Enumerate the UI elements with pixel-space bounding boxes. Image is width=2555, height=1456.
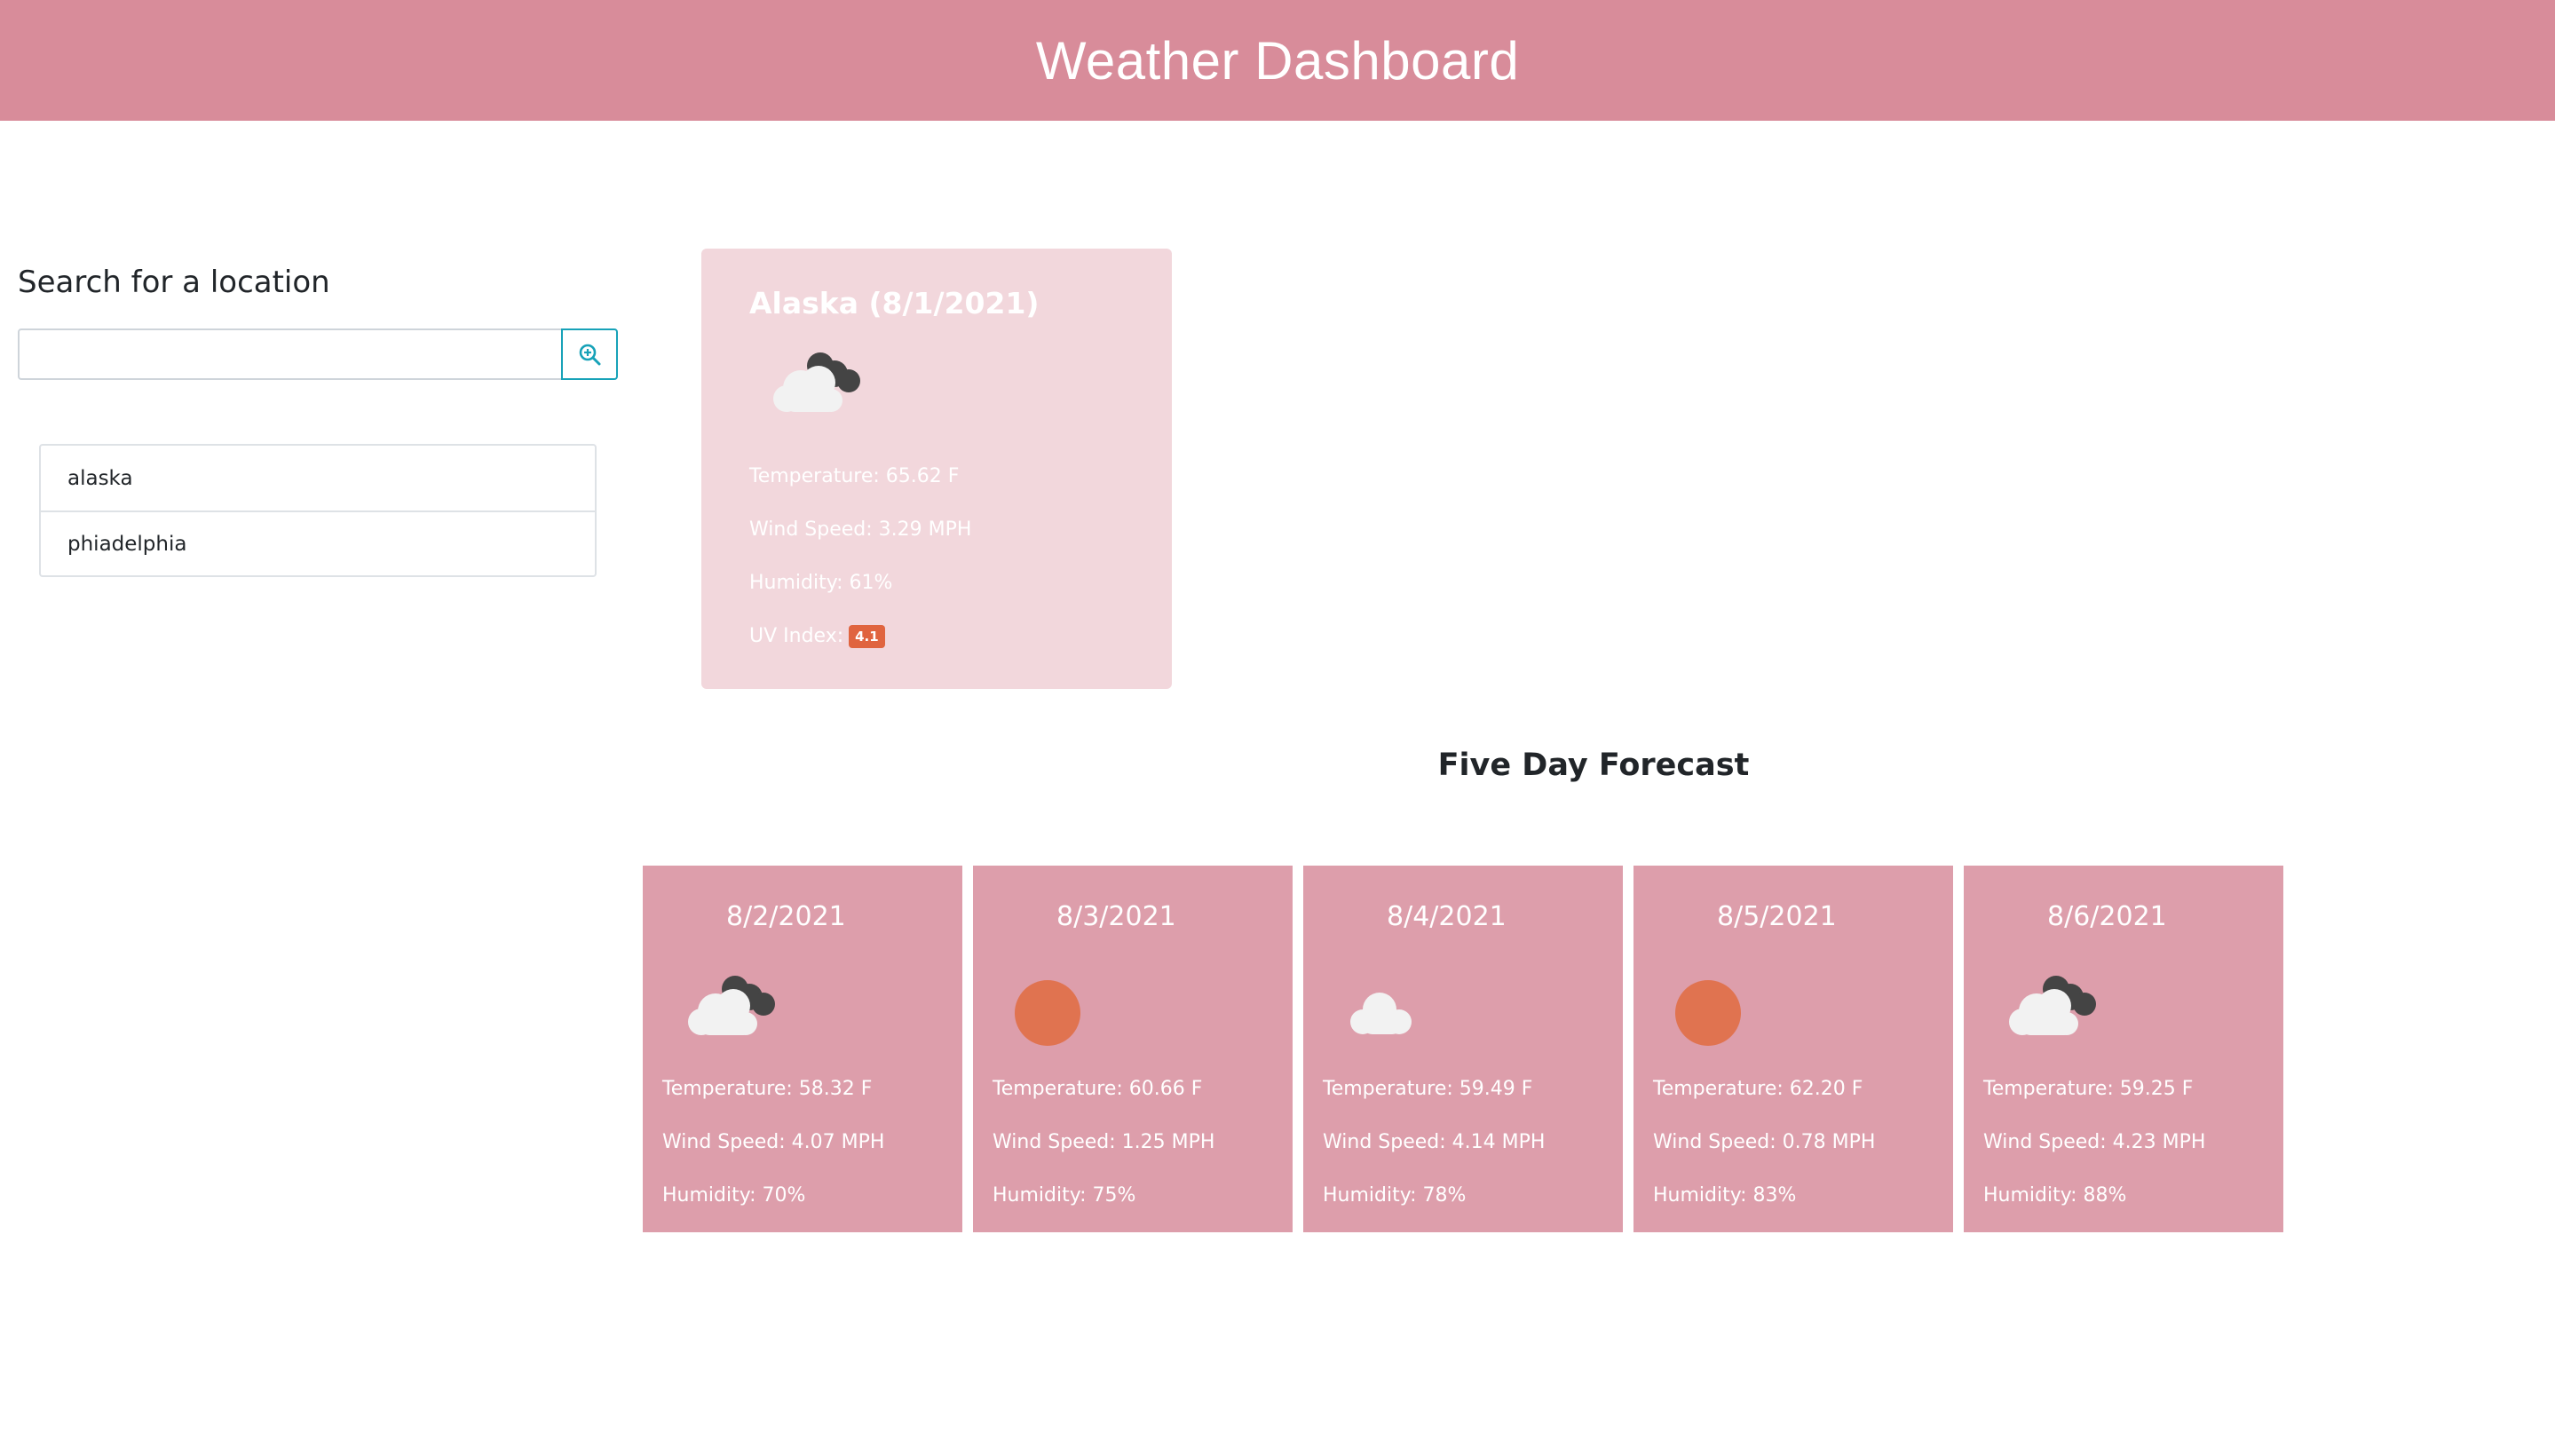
forecast-temperature: Temperature: 60.66 F <box>993 1078 1203 1100</box>
cloudy-icon <box>680 960 943 1063</box>
current-city-title: Alaska (8/1/2021) <box>749 286 1040 320</box>
forecast-humidity: Humidity: 83% <box>1653 1184 1797 1207</box>
search-button[interactable] <box>561 328 618 380</box>
forecast-wind-speed: Wind Speed: 1.25 MPH <box>993 1131 1215 1153</box>
forecast-card: 8/5/2021 Temperature: 62.20 F Wind Speed… <box>1633 866 1953 1232</box>
cloud-icon <box>1341 960 1603 1063</box>
cloudy-icon <box>2001 960 2264 1063</box>
current-uv-index: UV Index: 4.1 <box>749 610 1124 663</box>
search-zoom-icon <box>578 343 601 366</box>
forecast-card: 8/3/2021 Temperature: 60.66 F Wind Speed… <box>973 866 1293 1232</box>
forecast-date: 8/6/2021 <box>2047 901 2167 932</box>
forecast-card: 8/2/2021 Temperature: 58.32 F Wind Speed… <box>643 866 962 1232</box>
forecast-date: 8/5/2021 <box>1717 901 1837 932</box>
current-humidity: Humidity: 61% <box>749 572 893 594</box>
forecast-card: 8/4/2021 Temperature: 59.49 F Wind Speed… <box>1303 866 1623 1232</box>
app-header: Weather Dashboard <box>0 0 2555 121</box>
forecast-wind-speed: Wind Speed: 0.78 MPH <box>1653 1131 1876 1153</box>
uv-index-badge: 4.1 <box>849 625 885 648</box>
forecast-temperature: Temperature: 58.32 F <box>662 1078 873 1100</box>
forecast-row: 8/2/2021 Temperature: 58.32 F Wind Speed… <box>643 866 2283 1232</box>
forecast-date: 8/2/2021 <box>726 901 846 932</box>
current-weather-card: Alaska (8/1/2021) Temperature: 65.62 F W… <box>701 249 1172 689</box>
forecast-humidity: Humidity: 78% <box>1323 1184 1467 1207</box>
forecast-humidity: Humidity: 88% <box>1983 1184 2127 1207</box>
forecast-card: 8/6/2021 Temperature: 59.25 F Wind Speed… <box>1964 866 2283 1232</box>
history-item[interactable]: phiadelphia <box>41 510 595 575</box>
forecast-date: 8/4/2021 <box>1387 901 1507 932</box>
search-input[interactable] <box>18 328 563 380</box>
current-wind-speed: Wind Speed: 3.29 MPH <box>749 518 972 541</box>
forecast-title: Five Day Forecast <box>1437 748 1750 783</box>
current-temperature: Temperature: 65.62 F <box>749 465 960 487</box>
sun-icon <box>1010 960 1273 1063</box>
uv-index-label: UV Index: <box>749 625 844 647</box>
forecast-temperature: Temperature: 59.25 F <box>1983 1078 2194 1100</box>
forecast-wind-speed: Wind Speed: 4.07 MPH <box>662 1131 885 1153</box>
page-title: Weather Dashboard <box>1035 30 1520 91</box>
search-history-list: alaska phiadelphia <box>39 444 597 577</box>
search-title: Search for a location <box>18 265 330 300</box>
forecast-wind-speed: Wind Speed: 4.14 MPH <box>1323 1131 1546 1153</box>
forecast-date: 8/3/2021 <box>1056 901 1176 932</box>
history-item[interactable]: alaska <box>41 446 595 510</box>
forecast-humidity: Humidity: 75% <box>993 1184 1136 1207</box>
forecast-wind-speed: Wind Speed: 4.23 MPH <box>1983 1131 2206 1153</box>
forecast-temperature: Temperature: 62.20 F <box>1653 1078 1863 1100</box>
forecast-temperature: Temperature: 59.49 F <box>1323 1078 1533 1100</box>
sun-icon <box>1671 960 1934 1063</box>
forecast-humidity: Humidity: 70% <box>662 1184 806 1207</box>
cloudy-icon <box>765 336 1124 434</box>
